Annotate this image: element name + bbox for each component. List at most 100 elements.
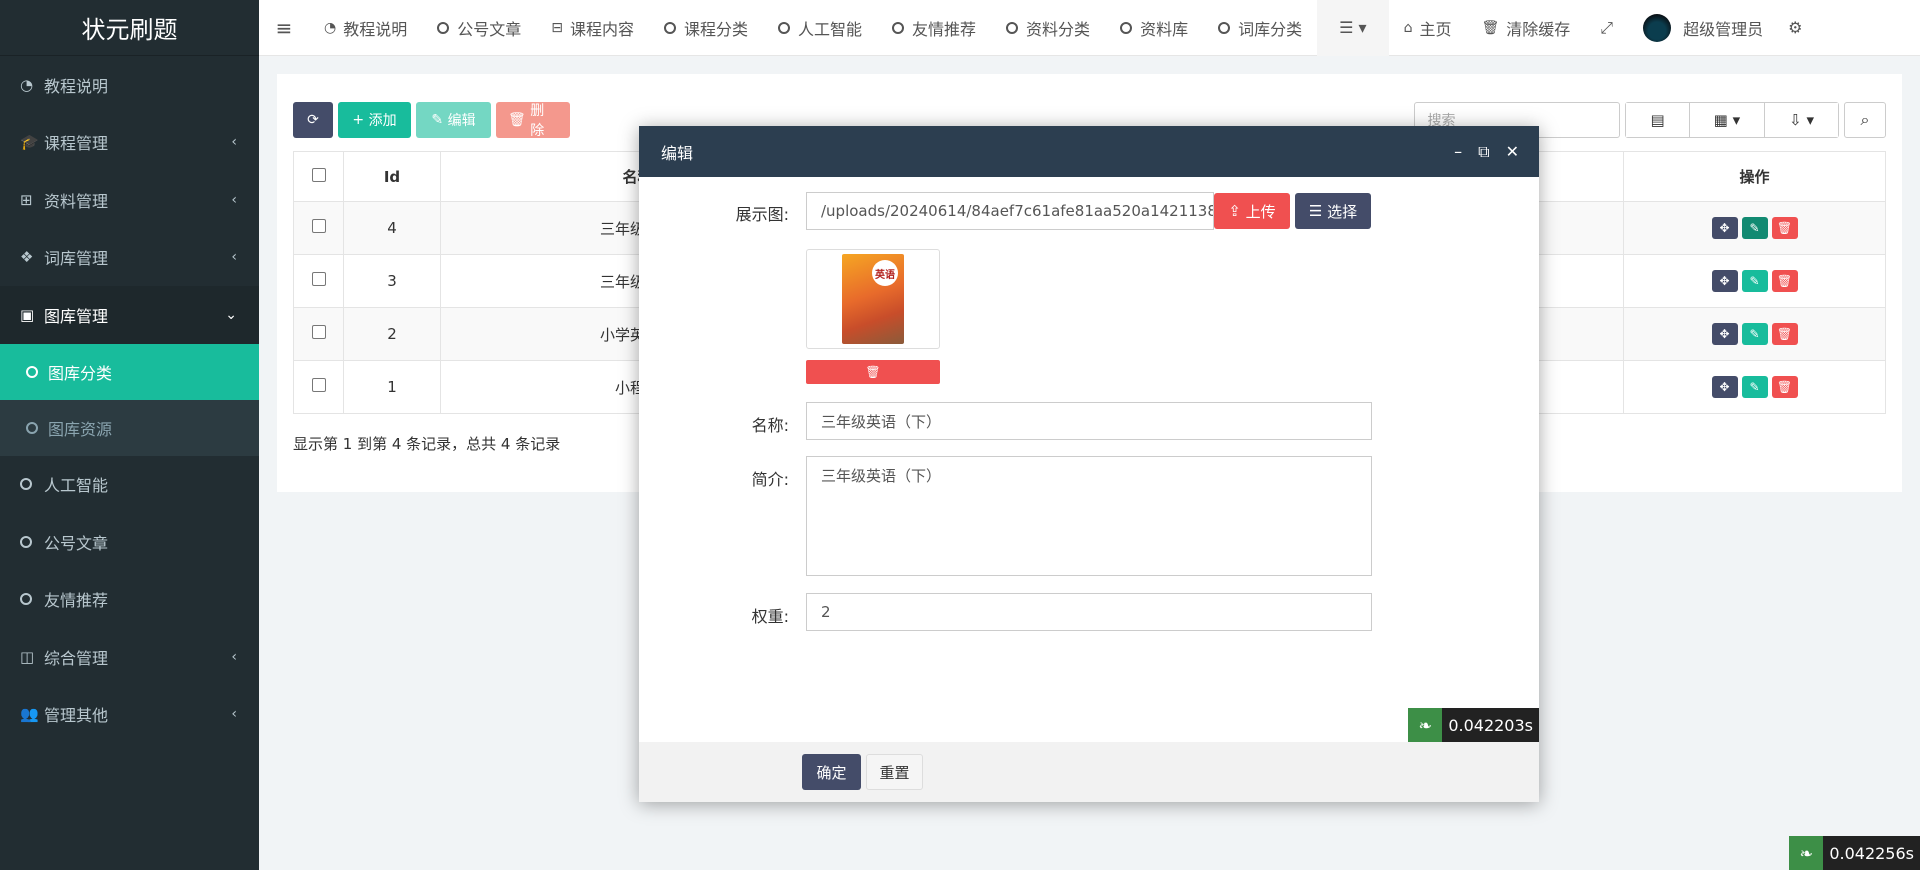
- windows-icon: ⊞: [20, 190, 33, 209]
- row-delete-button[interactable]: 🗑: [1771, 217, 1798, 239]
- circle-icon: [20, 593, 32, 606]
- sidebar-item-course[interactable]: 🎓 课程管理 ‹: [0, 114, 259, 172]
- sidebar-item-ai[interactable]: 人工智能: [0, 456, 259, 514]
- drag-sort-button[interactable]: ✥: [1711, 323, 1738, 345]
- row-edit-button[interactable]: ✎: [1741, 217, 1768, 239]
- pagination-info: 显示第 1 到第 4 条记录，总共 4 条记录: [293, 435, 561, 453]
- sidebar-item-general[interactable]: ◫ 综合管理 ‹: [0, 628, 259, 686]
- row-checkbox[interactable]: [311, 219, 326, 233]
- book-badge: 英语: [872, 260, 898, 286]
- sidebar-item-gallery[interactable]: ▣ 图库管理 ⌄: [0, 286, 259, 344]
- add-button[interactable]: + 添加: [338, 102, 411, 138]
- sidebar-item-wordbank[interactable]: ❖ 词库管理 ‹: [0, 229, 259, 287]
- sidebar-item-label: 友情推荐: [44, 591, 109, 611]
- trash-icon: 🗑: [508, 112, 526, 128]
- circle-icon: [1006, 21, 1019, 34]
- fullscreen-button[interactable]: ⤢: [1585, 0, 1628, 56]
- image-path-input[interactable]: /uploads/20240614/84aef7c61afe81aa520a14…: [806, 192, 1214, 230]
- circle-icon: [778, 21, 791, 34]
- modal-header[interactable]: 编辑 – ⧉ ✕: [639, 126, 1539, 177]
- circle-icon: [1218, 21, 1231, 34]
- row-edit-button[interactable]: ✎: [1741, 270, 1768, 292]
- row-delete-button[interactable]: 🗑: [1771, 376, 1798, 398]
- maximize-icon[interactable]: ⧉: [1478, 142, 1489, 162]
- confirm-button[interactable]: 确定: [802, 754, 861, 790]
- menu-toggle-icon[interactable]: ≡: [259, 16, 309, 40]
- tab-list-dropdown[interactable]: ☰ ▾: [1317, 0, 1389, 56]
- tab-ai[interactable]: 人工智能: [763, 0, 877, 56]
- tab-material-category[interactable]: 资料分类: [991, 0, 1105, 56]
- clear-cache-button[interactable]: 🗑 清除缓存: [1466, 0, 1585, 56]
- row-delete-button[interactable]: 🗑: [1771, 270, 1798, 292]
- drag-sort-button[interactable]: ✥: [1711, 217, 1738, 239]
- circle-icon: [20, 535, 32, 548]
- row-delete-button[interactable]: 🗑: [1771, 323, 1798, 345]
- weight-input[interactable]: 2: [806, 593, 1372, 631]
- remove-image-button[interactable]: 🗑: [806, 360, 940, 384]
- row-edit-button[interactable]: ✎: [1741, 376, 1768, 398]
- textbook-cover-image: 英语: [842, 254, 904, 344]
- drag-sort-button[interactable]: ✥: [1711, 270, 1738, 292]
- tab-material-library[interactable]: 资料库: [1105, 0, 1203, 56]
- row-checkbox[interactable]: [311, 272, 326, 286]
- tab-tutorial[interactable]: ◔ 教程说明: [309, 0, 422, 56]
- sidebar-item-tutorial[interactable]: ◔ 教程说明: [0, 56, 259, 114]
- column-header-ops: 操作: [1623, 151, 1886, 202]
- reset-button[interactable]: 重置: [866, 754, 923, 790]
- home-link[interactable]: ⌂ 主页: [1389, 0, 1467, 56]
- sidebar-subitem-gallery-category[interactable]: 图库分类: [0, 343, 259, 400]
- upload-button[interactable]: ⇪ 上传: [1214, 193, 1290, 229]
- users-icon: 👥: [20, 705, 39, 724]
- drag-sort-button[interactable]: ✥: [1711, 376, 1738, 398]
- intro-textarea[interactable]: 三年级英语（下）: [806, 456, 1372, 576]
- gears-icon: ⚙: [1788, 18, 1803, 37]
- export-dropdown[interactable]: ⇩ ▾: [1765, 103, 1838, 137]
- sidebar-item-material[interactable]: ⊞ 资料管理 ‹: [0, 171, 259, 229]
- sidebar-item-other[interactable]: 👥 管理其他 ‹: [0, 686, 259, 744]
- edit-modal: 编辑 – ⧉ ✕ 展示图: /uploads/20240614/84aef7c6…: [639, 126, 1539, 802]
- select-all-checkbox[interactable]: [311, 167, 326, 182]
- columns-dropdown[interactable]: ▦ ▾: [1689, 103, 1766, 137]
- image-file-icon: ▣: [20, 305, 35, 324]
- sidebar-subitem-gallery-resource[interactable]: 图库资源: [0, 400, 259, 456]
- toggle-view-button[interactable]: ▤: [1626, 103, 1690, 137]
- cell-id: 2: [343, 307, 441, 361]
- delete-button[interactable]: 🗑 删除: [496, 102, 570, 139]
- list-icon: ☰ ▾: [1339, 18, 1367, 37]
- chevron-left-icon: ‹: [231, 706, 237, 723]
- sidebar-item-friends[interactable]: 友情推荐: [0, 571, 259, 629]
- cell-id: 4: [343, 201, 441, 255]
- row-edit-button[interactable]: ✎: [1741, 323, 1768, 345]
- circle-icon: [20, 478, 32, 491]
- row-checkbox[interactable]: [311, 325, 326, 339]
- choose-button[interactable]: ☰ 选择: [1295, 193, 1371, 229]
- edit-button[interactable]: ✎ 编辑: [416, 102, 491, 138]
- settings-button[interactable]: ⚙: [1778, 0, 1812, 56]
- tab-course-category[interactable]: 课程分类: [649, 0, 763, 56]
- close-icon[interactable]: ✕: [1506, 142, 1519, 161]
- sidebar-item-label: 综合管理: [44, 648, 109, 668]
- map-icon: ⊟: [551, 19, 563, 36]
- tab-wordbank-category[interactable]: 词库分类: [1203, 0, 1317, 56]
- table-view-controls: ▤ ▦ ▾ ⇩ ▾: [1625, 102, 1839, 138]
- chevron-left-icon: ‹: [231, 648, 237, 665]
- refresh-button[interactable]: ⟳: [293, 102, 333, 138]
- chevron-down-icon: ⌄: [225, 306, 237, 323]
- row-checkbox[interactable]: [311, 378, 326, 392]
- minimize-icon[interactable]: –: [1454, 142, 1462, 161]
- user-menu[interactable]: 超级管理员: [1628, 0, 1778, 56]
- tab-course-content[interactable]: ⊟ 课程内容: [536, 0, 649, 56]
- column-header-id[interactable]: Id: [343, 151, 441, 202]
- tab-articles[interactable]: 公号文章: [422, 0, 536, 56]
- name-input[interactable]: 三年级英语（下）: [806, 402, 1372, 440]
- dashboard-icon: ◔: [324, 19, 337, 36]
- list-icon: ☰: [1308, 202, 1323, 220]
- modal-footer: 确定 重置: [639, 742, 1539, 802]
- advanced-search-button[interactable]: ⌕: [1844, 102, 1886, 138]
- sidebar-item-articles[interactable]: 公号文章: [0, 513, 259, 571]
- brand-logo[interactable]: 状元刷题: [0, 0, 259, 56]
- tab-friends[interactable]: 友情推荐: [877, 0, 991, 56]
- cell-id: 3: [343, 254, 441, 308]
- weight-label: 权重:: [751, 607, 789, 626]
- modal-title: 编辑: [661, 143, 694, 163]
